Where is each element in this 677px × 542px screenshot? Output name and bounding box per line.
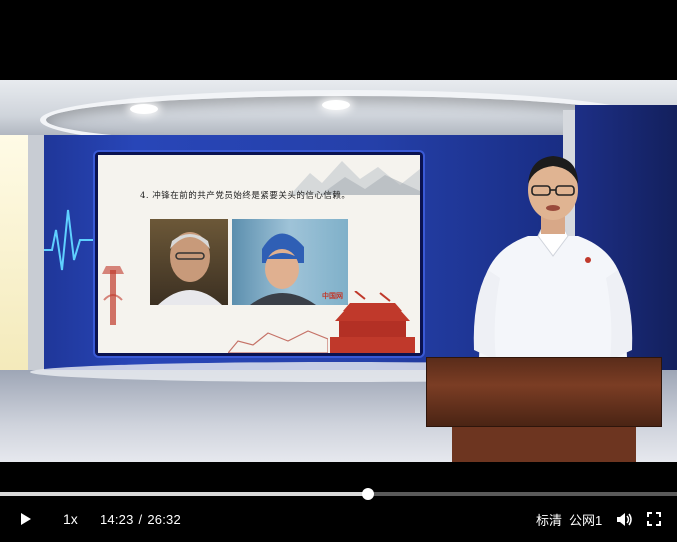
duration: 26:32 bbox=[147, 511, 181, 527]
slide: 4. 冲锋在前的共产党员始终是紧要关头的信心信赖。 中国网 bbox=[98, 155, 420, 353]
podium bbox=[426, 357, 662, 462]
video-player: 4. 冲锋在前的共产党员始终是紧要关头的信心信赖。 中国网 1x 14:23 /… bbox=[0, 0, 677, 542]
portrait-photo-man bbox=[150, 219, 228, 305]
playback-speed-button[interactable]: 1x bbox=[63, 496, 78, 542]
tiananmen-decoration bbox=[330, 291, 415, 353]
volume-icon bbox=[616, 512, 632, 526]
play-icon bbox=[21, 513, 31, 525]
time-separator: / bbox=[138, 511, 143, 527]
video-frame[interactable]: 4. 冲锋在前的共产党员始终是紧要关头的信心信赖。 中国网 bbox=[0, 80, 677, 462]
presenter bbox=[473, 156, 633, 380]
line-select-button[interactable]: 公网1 bbox=[569, 496, 602, 542]
fullscreen-button[interactable] bbox=[645, 496, 663, 542]
great-wall-decoration bbox=[228, 330, 328, 353]
podium-top bbox=[426, 357, 662, 427]
ecg-line-decoration bbox=[44, 209, 94, 271]
studio-wall-left bbox=[0, 135, 28, 385]
slide-screen: 4. 冲锋在前的共产党员始终是紧要关头的信心信赖。 中国网 bbox=[95, 152, 423, 356]
play-button[interactable] bbox=[16, 496, 36, 542]
control-bar: 1x 14:23 / 26:32 标清 公网1 bbox=[0, 496, 677, 542]
current-time: 14:23 bbox=[100, 511, 134, 527]
ceiling-light bbox=[322, 100, 350, 110]
slide-caption: 4. 冲锋在前的共产党员始终是紧要关头的信心信赖。 bbox=[140, 191, 351, 201]
time-display: 14:23 / 26:32 bbox=[100, 496, 181, 542]
huabiao-pillar-decoration bbox=[102, 266, 124, 325]
volume-button[interactable] bbox=[614, 496, 634, 542]
podium-body bbox=[452, 427, 636, 462]
studio-pillar bbox=[28, 135, 44, 385]
ceiling-light bbox=[130, 104, 158, 114]
quality-button[interactable]: 标清 bbox=[536, 496, 562, 542]
fullscreen-icon bbox=[647, 512, 661, 526]
